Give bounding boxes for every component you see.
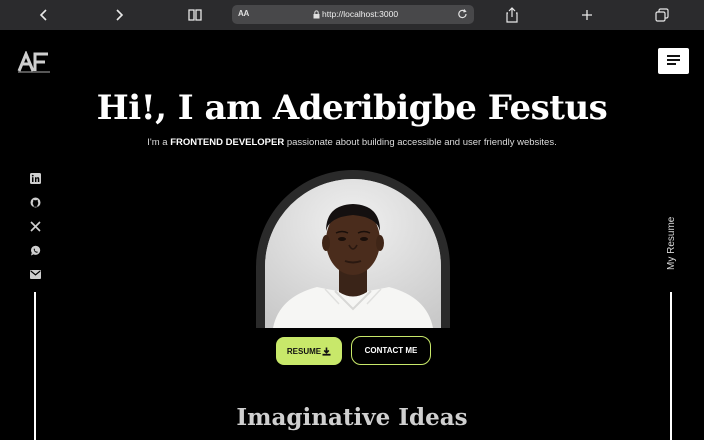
resume-button-label: RESUME	[286, 346, 322, 356]
menu-line-icon	[667, 55, 680, 57]
reader-aa-button[interactable]: AA	[238, 9, 249, 18]
download-icon	[322, 347, 331, 356]
share-icon[interactable]	[501, 4, 523, 26]
hero-subtitle: I'm a FRONTEND DEVELOPER passionate abou…	[0, 137, 704, 148]
side-resume-link[interactable]: My Resume	[656, 216, 688, 280]
browser-toolbar: AA http://localhost:3000	[0, 0, 704, 30]
side-resume-label: My Resume	[666, 216, 677, 270]
address-bar[interactable]: AA http://localhost:3000	[232, 5, 474, 24]
portfolio-page: Hi!, I am Aderibigbe Festus I'm a FRONTE…	[0, 30, 704, 440]
new-tab-icon[interactable]	[576, 4, 598, 26]
forward-icon[interactable]	[108, 4, 130, 26]
profile-photo	[265, 179, 441, 328]
resume-download-button[interactable]: RESUME	[276, 337, 342, 365]
book-icon[interactable]	[184, 4, 206, 26]
mail-icon[interactable]	[28, 267, 42, 281]
menu-button[interactable]	[658, 48, 689, 74]
subtitle-suffix: passionate about building accessible and…	[284, 137, 557, 148]
subtitle-role: FRONTEND DEVELOPER	[170, 137, 285, 148]
profile-photo-frame	[256, 170, 450, 328]
menu-line-icon	[667, 59, 680, 61]
back-icon[interactable]	[33, 4, 55, 26]
reload-icon[interactable]	[457, 8, 468, 20]
github-icon[interactable]	[28, 195, 42, 209]
x-twitter-icon[interactable]	[28, 219, 42, 233]
contact-button-label: CONTACT ME	[364, 346, 418, 355]
url-text: http://localhost:3000	[322, 9, 399, 19]
hero-title: Hi!, I am Aderibigbe Festus	[96, 88, 608, 128]
tabs-overview-icon[interactable]	[651, 4, 673, 26]
contact-me-button[interactable]: CONTACT ME	[351, 336, 431, 365]
section-title: Imaginative Ideas	[236, 404, 468, 431]
menu-line-icon	[667, 63, 676, 65]
lock-icon	[313, 10, 320, 19]
whatsapp-icon[interactable]	[28, 243, 42, 257]
subtitle-prefix: I'm a	[147, 137, 171, 148]
linkedin-icon[interactable]	[28, 171, 42, 185]
site-logo[interactable]	[17, 50, 51, 73]
